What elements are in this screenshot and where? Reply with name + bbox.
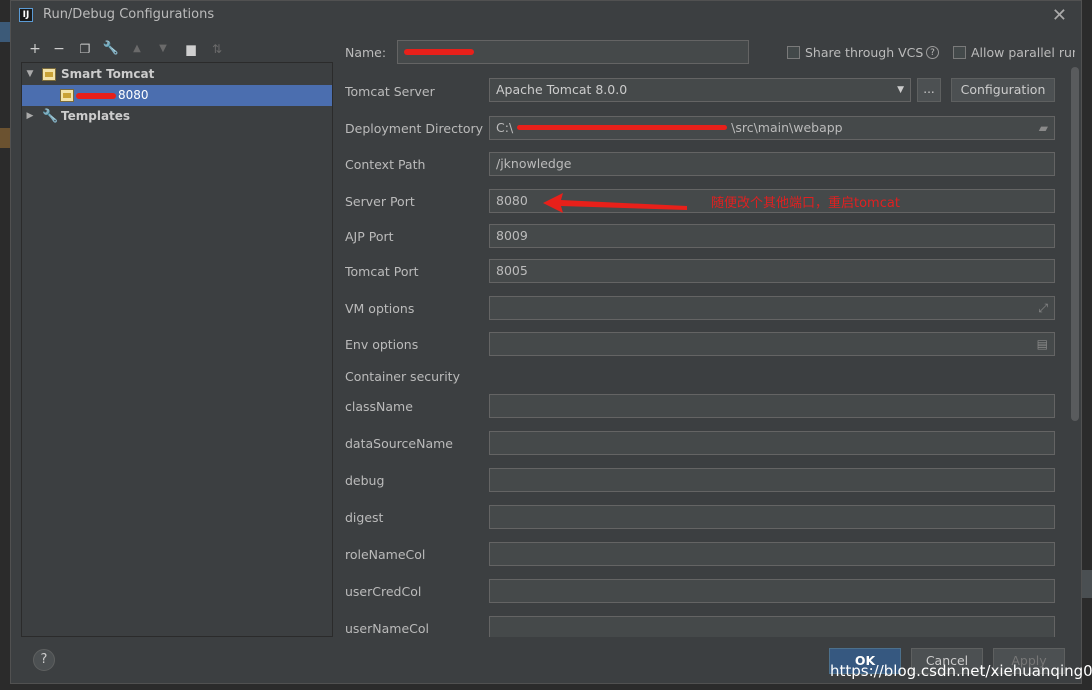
ajp-port-input[interactable]: 8009 xyxy=(489,224,1055,248)
redaction-mark xyxy=(76,93,116,99)
annotation-arrow xyxy=(543,193,687,213)
datasource-label: dataSourceName xyxy=(345,436,453,451)
env-options-label: Env options xyxy=(345,337,419,352)
vm-options-input[interactable]: ⤢ xyxy=(489,296,1055,320)
context-path-label: Context Path xyxy=(345,157,426,172)
title-bar: IJ Run/Debug Configurations ✕ xyxy=(11,1,1081,29)
name-input[interactable] xyxy=(397,40,749,64)
context-path-input[interactable]: /jknowledge xyxy=(489,152,1055,176)
chevron-down-icon: ▼ xyxy=(897,85,904,95)
tomcat-port-input[interactable]: 8005 xyxy=(489,259,1055,283)
tomcat-icon xyxy=(42,68,56,81)
usercred-input[interactable] xyxy=(489,579,1055,603)
form-scrollbar[interactable] xyxy=(1071,67,1079,421)
env-options-input[interactable]: ▤ xyxy=(489,332,1055,356)
ide-background-right xyxy=(1082,0,1092,690)
wrench-icon[interactable]: 🔧 xyxy=(101,39,121,59)
debug-input[interactable] xyxy=(489,468,1055,492)
plus-icon[interactable]: + xyxy=(25,39,45,59)
tree-item-label: 8080 xyxy=(118,88,149,102)
rolename-label: roleNameCol xyxy=(345,547,426,562)
watermark-text: https://blog.csdn.net/xiehuanqing00 xyxy=(830,662,1092,680)
tomcat-server-value: Apache Tomcat 8.0.0 xyxy=(496,82,628,97)
deployment-suffix: \src\main\webapp xyxy=(731,120,843,135)
ide-tab-strip xyxy=(1082,570,1092,598)
digest-label: digest xyxy=(345,510,384,525)
sort-icon[interactable]: ⇅ xyxy=(207,39,227,59)
config-tree: ▼ Smart Tomcat 8080 ▶ 🔧 Templates xyxy=(21,62,333,637)
ide-background-left xyxy=(0,0,10,690)
expand-icon[interactable]: ⤢ xyxy=(1038,297,1048,319)
config-form: Name: Share through VCS ? Allow parallel… xyxy=(345,37,1075,637)
copy-icon[interactable]: ❐ xyxy=(75,39,95,59)
tree-group-label: Smart Tomcat xyxy=(61,67,155,81)
redaction-mark xyxy=(517,125,728,130)
vm-options-label: VM options xyxy=(345,301,415,316)
tree-item-templates[interactable]: ▶ 🔧 Templates xyxy=(22,106,332,127)
classname-label: className xyxy=(345,399,413,414)
tree-item-label: Templates xyxy=(61,109,131,123)
container-security-label: Container security xyxy=(345,369,460,384)
annotation-text: 随便改个其他端口，重启tomcat xyxy=(711,196,900,211)
rolename-input[interactable] xyxy=(489,542,1055,566)
share-vcs-checkbox[interactable] xyxy=(787,46,800,59)
run-debug-dialog: IJ Run/Debug Configurations ✕ + − ❐ 🔧 ▲ … xyxy=(10,0,1082,684)
ajp-port-label: AJP Port xyxy=(345,229,394,244)
parallel-run-checkbox[interactable] xyxy=(953,46,966,59)
deployment-prefix: C:\ xyxy=(496,120,514,135)
tomcat-port-label: Tomcat Port xyxy=(345,264,419,279)
debug-label: debug xyxy=(345,473,385,488)
share-vcs-label[interactable]: Share through VCS xyxy=(805,45,923,60)
usercred-label: userCredCol xyxy=(345,584,422,599)
help-icon[interactable]: ? xyxy=(926,46,939,59)
tomcat-server-select[interactable]: Apache Tomcat 8.0.0 ▼ xyxy=(489,78,911,102)
document-icon[interactable]: ▤ xyxy=(1037,333,1048,355)
tree-group-smart-tomcat[interactable]: ▼ Smart Tomcat xyxy=(22,64,332,85)
help-button[interactable]: ? xyxy=(33,649,55,671)
deployment-directory-label: Deployment Directory xyxy=(345,121,484,136)
username-label: userNameCol xyxy=(345,621,429,636)
expand-arrow-icon[interactable]: ▼ xyxy=(24,64,36,85)
collapse-arrow-icon[interactable]: ▶ xyxy=(24,106,36,127)
ide-tab-strip xyxy=(0,22,10,42)
ide-tab-strip xyxy=(0,128,10,148)
browse-button[interactable]: ... xyxy=(917,78,941,102)
minus-icon[interactable]: − xyxy=(49,39,69,59)
arrow-up-icon[interactable]: ▲ xyxy=(127,39,147,59)
close-icon[interactable]: ✕ xyxy=(1052,5,1067,26)
wrench-icon: 🔧 xyxy=(42,109,59,124)
name-label: Name: xyxy=(345,45,387,60)
intellij-icon: IJ xyxy=(19,8,33,22)
datasource-input[interactable] xyxy=(489,431,1055,455)
digest-input[interactable] xyxy=(489,505,1055,529)
parallel-run-label[interactable]: Allow parallel run xyxy=(971,45,1075,60)
folder-add-icon[interactable]: ▆ xyxy=(181,39,201,59)
arrow-down-icon[interactable]: ▼ xyxy=(153,39,173,59)
tree-item-tomcat-config[interactable]: 8080 xyxy=(22,85,332,106)
classname-input[interactable] xyxy=(489,394,1055,418)
deployment-directory-input[interactable]: C:\ \src\main\webapp ▰ xyxy=(489,116,1055,140)
tomcat-server-label: Tomcat Server xyxy=(345,84,435,99)
tomcat-icon xyxy=(60,89,74,102)
server-port-label: Server Port xyxy=(345,194,415,209)
folder-icon[interactable]: ▰ xyxy=(1039,117,1048,139)
redaction-mark xyxy=(404,49,474,55)
username-input[interactable] xyxy=(489,616,1055,637)
configuration-button[interactable]: Configuration xyxy=(951,78,1055,102)
window-title: Run/Debug Configurations xyxy=(43,7,215,22)
